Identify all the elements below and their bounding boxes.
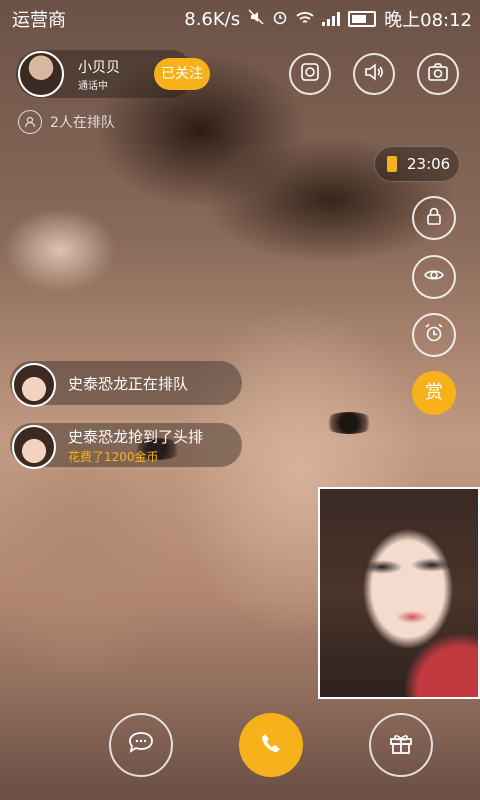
queue-text: 2人在排队 [50, 115, 115, 131]
wifi-icon [296, 9, 314, 30]
alarm-button[interactable] [412, 313, 456, 357]
eye-icon [423, 264, 445, 290]
lock-button[interactable] [412, 196, 456, 240]
status-bar: 运营商 8.6K/s 晚上08:12 [0, 0, 480, 34]
host-info[interactable]: 小贝贝 通话中 已关注 [16, 50, 210, 98]
user-avatar[interactable] [12, 363, 56, 407]
mute-icon [248, 8, 264, 30]
follow-button[interactable]: 已关注 [154, 58, 210, 90]
camera-switch-button[interactable] [417, 53, 459, 95]
signal-icon [322, 12, 341, 26]
speaker-button[interactable] [353, 53, 395, 95]
camera-switch-icon [427, 61, 449, 87]
beauty-filter-icon [299, 61, 321, 87]
people-icon [18, 110, 42, 134]
end-call-button[interactable] [239, 713, 303, 777]
gift-icon [386, 728, 416, 762]
battery-icon [348, 11, 377, 27]
chat-message: 史泰恐龙抢到了头排 花费了1200金币 [10, 423, 242, 469]
carrier-label: 运营商 [12, 10, 66, 31]
phone-hangup-icon [256, 728, 286, 762]
network-speed: 8.6K/s [184, 8, 241, 30]
lock-icon [423, 205, 445, 231]
chat-bubble-icon [126, 728, 156, 762]
message-text: 史泰恐龙正在排队 [68, 375, 189, 393]
host-status: 通话中 [78, 81, 108, 92]
view-button[interactable] [412, 255, 456, 299]
message-text: 史泰恐龙抢到了头排 [68, 428, 204, 446]
alarm-status-icon [272, 9, 288, 30]
alarm-icon [423, 322, 445, 348]
gift-button[interactable] [369, 713, 433, 777]
clock: 晚上08:12 [384, 10, 472, 31]
host-avatar[interactable] [18, 51, 64, 97]
self-video-preview[interactable] [318, 487, 480, 699]
coin-icon [387, 156, 397, 172]
call-timer: 23:06 [374, 146, 460, 182]
reward-button[interactable]: 赏 [412, 371, 456, 415]
beauty-filter-button[interactable] [289, 53, 331, 95]
video-call-screen: 运营商 8.6K/s 晚上08:12 小贝贝 通话中 已关注 2人在排队 23:… [0, 0, 480, 800]
host-name: 小贝贝 [78, 60, 120, 76]
background-eye-right [322, 412, 376, 434]
chat-message: 史泰恐龙正在排队 [10, 361, 242, 407]
speaker-icon [363, 61, 385, 87]
chat-button[interactable] [109, 713, 173, 777]
message-subtext: 花费了1200金币 [68, 450, 159, 464]
user-avatar[interactable] [12, 425, 56, 469]
timer-value: 23:06 [407, 155, 451, 173]
queue-indicator: 2人在排队 [18, 110, 115, 134]
